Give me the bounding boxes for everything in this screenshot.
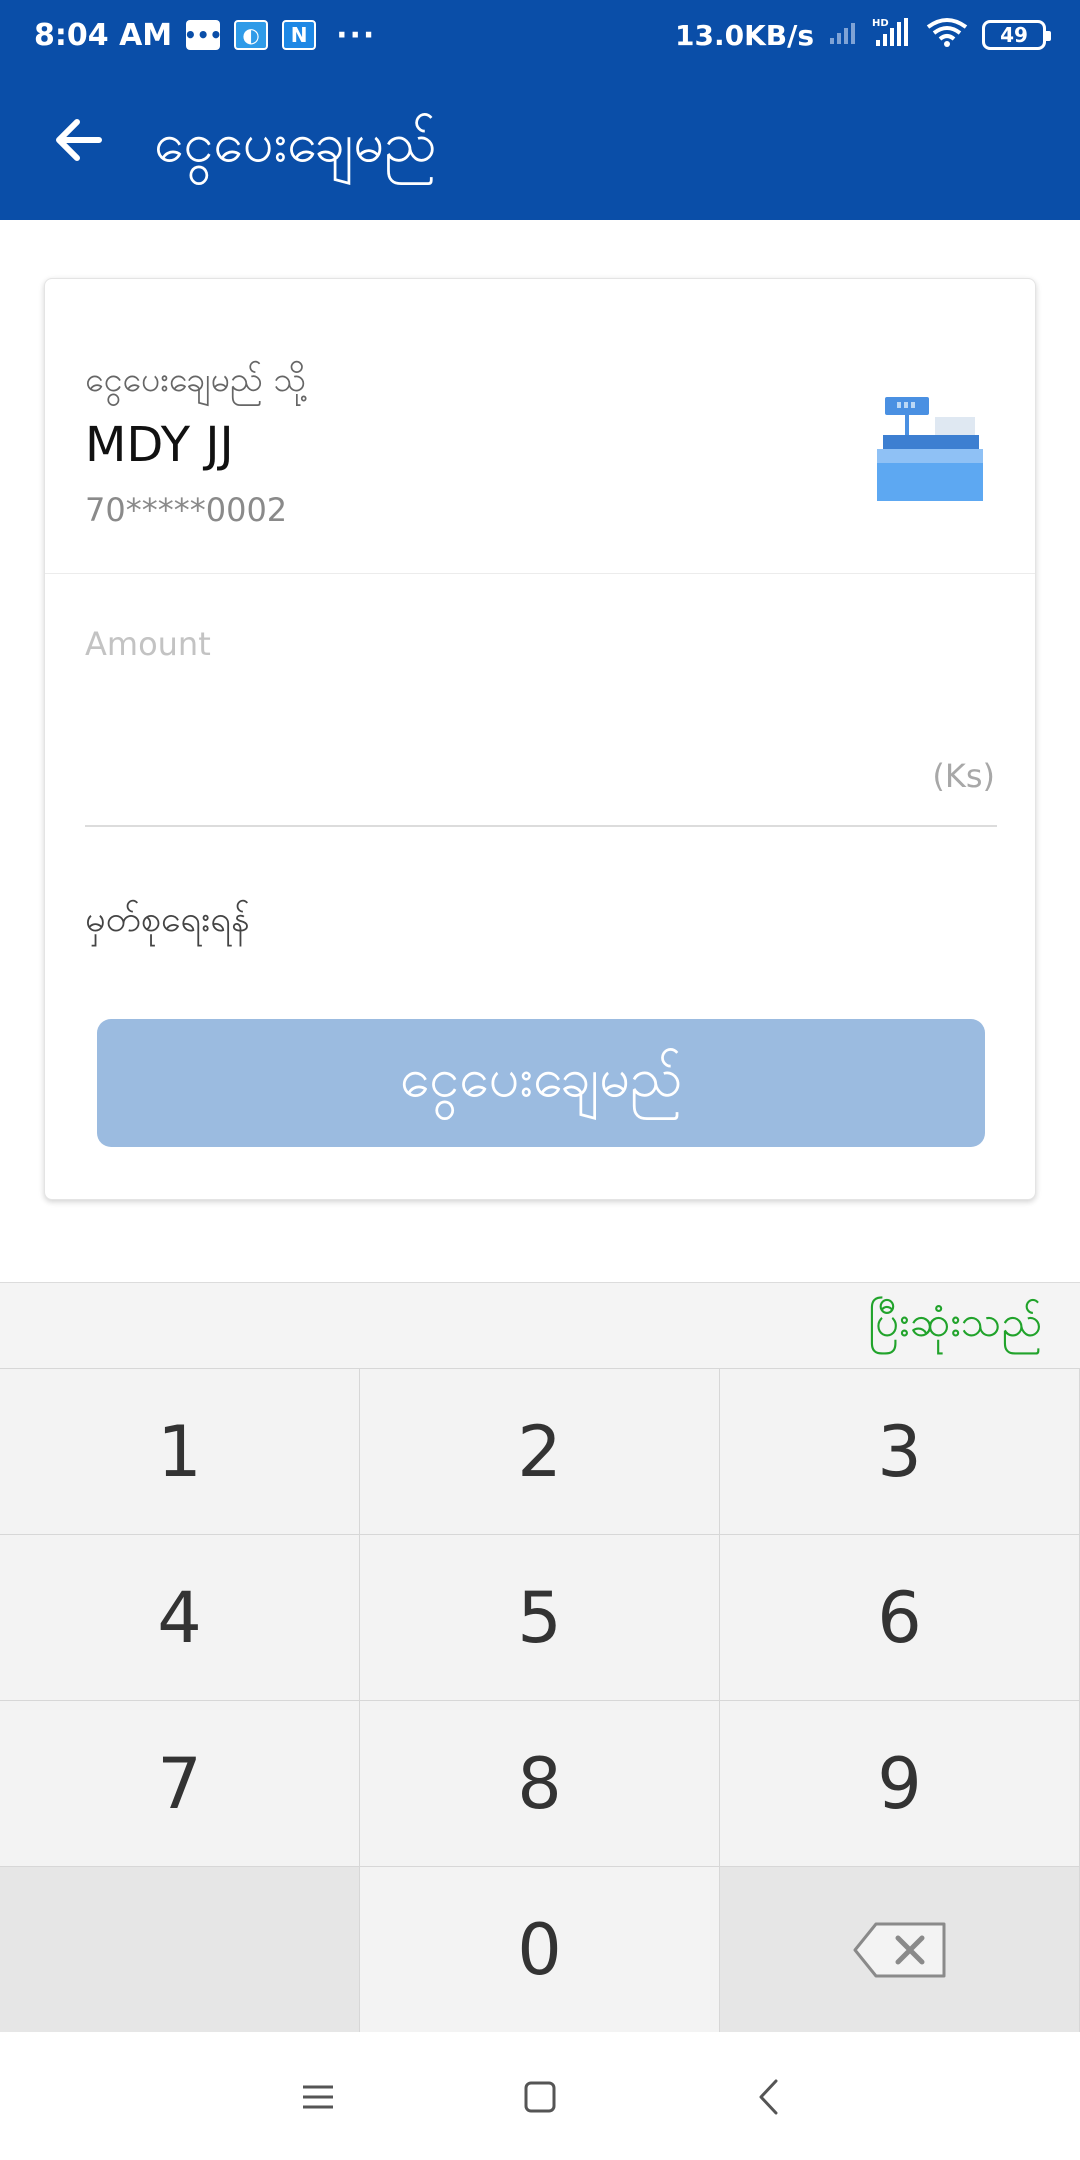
key-5[interactable]: 5 [360,1535,720,1701]
done-button[interactable]: ပြီးဆုံးသည် [868,1295,1042,1357]
key-9[interactable]: 9 [720,1701,1080,1867]
recipient-phone: 70*****0002 [85,491,288,529]
home-icon [524,2081,556,2113]
key-3[interactable]: 3 [720,1369,1080,1535]
system-nav-bar [0,2032,1080,2160]
key-4[interactable]: 4 [0,1535,360,1701]
app-notification-icon: ◐ [234,20,269,50]
key-1[interactable]: 1 [0,1369,360,1535]
message-icon: ••• [184,20,222,50]
amount-underline [85,825,997,827]
battery-icon: 49 [982,20,1051,50]
signal-icon: HD [872,16,912,55]
status-left: 8:04 AM ••• ◐ N ··· [34,12,376,58]
app-bar: ငွေပေးချေမည် [0,70,1080,220]
key-7[interactable]: 7 [0,1701,360,1867]
status-bar: 8:04 AM ••• ◐ N ··· 13.0KB/s HD 49 [0,0,1080,70]
signal-weak-icon [828,18,858,53]
menu-button[interactable] [290,2072,346,2122]
cash-register-icon [875,397,985,501]
amount-input[interactable] [85,619,997,669]
note-field[interactable]: မှတ်စုရေးရန် [85,895,250,949]
key-8[interactable]: 8 [360,1701,720,1867]
pay-button[interactable]: ငွေပေးချေမည် [97,1019,985,1147]
page-title: ငွေပေးချေမည် [154,111,437,174]
menu-icon [303,2085,333,2109]
network-speed: 13.0KB/s [674,18,814,52]
more-notifications-icon: ··· [336,17,377,53]
wifi-icon [926,17,968,54]
keypad-toolbar: ပြီးဆုံးသည် [0,1282,1080,1368]
card-divider [45,573,1035,574]
recipient-name: MDY JJ [85,417,234,473]
numeric-keypad: 1 2 3 4 5 6 7 8 9 0 [0,1368,1080,2033]
back-button[interactable] [48,110,108,170]
backspace-key[interactable] [720,1867,1080,2033]
currency-label: (Ks) [932,757,995,795]
backspace-icon [853,1922,945,1977]
svg-text:HD: HD [872,18,889,29]
status-time: 8:04 AM [34,17,173,53]
key-0[interactable]: 0 [360,1867,720,2033]
status-right: 13.0KB/s HD 49 [674,12,1051,58]
back-icon [759,2079,778,2115]
pay-to-label: ငွေပေးချေမည် သို့ [85,360,307,400]
n-app-icon: N [282,20,317,50]
key-empty [0,1867,360,2033]
key-2[interactable]: 2 [360,1369,720,1535]
arrow-left-icon [56,119,102,161]
system-back-button[interactable] [740,2072,796,2122]
home-button[interactable] [512,2072,568,2122]
key-6[interactable]: 6 [720,1535,1080,1701]
payment-card: ငွေပေးချေမည် သို့ MDY JJ 70*****0002 (Ks… [44,278,1036,1200]
